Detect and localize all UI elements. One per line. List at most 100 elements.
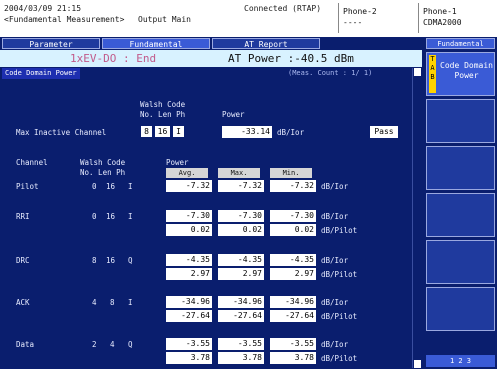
max-inactive-power: -33.14 — [222, 126, 272, 138]
walsh-code-header: Walsh Code — [140, 100, 186, 109]
scroll-down-arrow-icon[interactable] — [414, 360, 421, 368]
panel-title: Code Domain Power — [2, 68, 80, 79]
drc-min-pilot: 2.97 — [270, 268, 316, 280]
min-column-button[interactable]: Min. — [270, 168, 312, 178]
pass-badge: Pass — [370, 126, 398, 138]
max-inactive-unit: dB/Ior — [277, 128, 305, 137]
ack-avg-ior: -34.96 — [166, 296, 212, 308]
ack-unit-ior: dB/Ior — [321, 298, 349, 307]
data-unit-ior: dB/Ior — [321, 340, 349, 349]
channels-power-header: Power — [166, 158, 189, 167]
softkey-5[interactable] — [426, 240, 495, 284]
drc-unit-ior: dB/Ior — [321, 256, 349, 265]
channels-walsh-header: Walsh Code — [80, 158, 126, 167]
avg-column-button[interactable]: Avg. — [166, 168, 208, 178]
drc-unit-pilot: dB/Pilot — [321, 270, 358, 279]
channel-name-pilot: Pilot — [16, 182, 39, 191]
data-avg-pilot: 3.78 — [166, 352, 212, 364]
ack-min-ior: -34.96 — [270, 296, 316, 308]
pilot-avg-ior: -7.32 — [166, 180, 212, 192]
rri-no: 0 — [92, 212, 97, 221]
channels-walsh-sub-header: No. Len Ph — [80, 168, 126, 177]
ack-avg-pilot: -27.64 — [166, 310, 212, 322]
drc-avg-pilot: 2.97 — [166, 268, 212, 280]
pilot-max-ior: -7.32 — [218, 180, 264, 192]
pilot-ph: I — [128, 182, 133, 191]
power-header: Power — [222, 110, 245, 119]
rri-avg-ior: -7.30 — [166, 210, 212, 222]
phone1-box[interactable]: Phone-1 CDMA2000 — [418, 3, 497, 33]
phone1-value: CDMA2000 — [423, 18, 462, 27]
softkey-4[interactable] — [426, 193, 495, 237]
rri-min-ior: -7.30 — [270, 210, 316, 222]
drc-len: 16 — [106, 256, 116, 265]
rri-avg-pilot: 0.02 — [166, 224, 212, 236]
data-avg-ior: -3.55 — [166, 338, 212, 350]
max-inactive-no: 8 — [141, 126, 152, 137]
data-no: 2 — [92, 340, 97, 349]
panel-header: Code Domain Power (Meas. Count : 1/ 1) — [0, 68, 412, 79]
datetime: 2004/03/09 21:15 — [4, 4, 82, 13]
channel-name-ack: ACK — [16, 298, 30, 307]
ack-min-pilot: -27.64 — [270, 310, 316, 322]
data-max-ior: -3.55 — [218, 338, 264, 350]
max-inactive-len: 16 — [155, 126, 170, 137]
rri-ph: I — [128, 212, 133, 221]
softkey-6[interactable] — [426, 287, 495, 331]
ack-len: 8 — [110, 298, 115, 307]
at-power-readout: AT Power :-40.5 dBm — [228, 52, 354, 65]
rri-max-pilot: 0.02 — [218, 224, 264, 236]
phone1-label: Phone-1 — [423, 7, 457, 16]
rri-unit-ior: dB/Ior — [321, 212, 349, 221]
drc-no: 8 — [92, 256, 97, 265]
status-strip: 1xEV-DO : End AT Power :-40.5 dBm — [0, 50, 422, 67]
output-mode: Output Main — [138, 15, 191, 24]
measurement-mode: <Fundamental Measurement> — [4, 15, 125, 24]
pilot-no: 0 — [92, 182, 97, 191]
connection-status: Connected (RTAP) — [244, 4, 322, 13]
phone2-box[interactable]: Phone-2 ---- — [338, 3, 418, 33]
meas-count: (Meas. Count : 1/ 1) — [288, 69, 373, 77]
softkey-3[interactable] — [426, 146, 495, 190]
top-bar: 2004/03/09 21:15 <Fundamental Measuremen… — [0, 0, 497, 37]
channel-header: Channel — [16, 158, 48, 167]
code-domain-power-label: Code Domain Power — [440, 61, 493, 80]
rri-max-ior: -7.30 — [218, 210, 264, 222]
rri-len: 16 — [106, 212, 116, 221]
rri-unit-pilot: dB/Pilot — [321, 226, 358, 235]
drc-min-ior: -4.35 — [270, 254, 316, 266]
page-indicator[interactable]: 1 2 3 — [426, 355, 495, 367]
channel-name-drc: DRC — [16, 256, 30, 265]
code-domain-power-button[interactable]: T A B Code Domain Power — [426, 52, 495, 96]
drc-avg-ior: -4.35 — [166, 254, 212, 266]
softkey-2[interactable] — [426, 99, 495, 143]
tab-fundamental[interactable]: Fundamental — [102, 38, 210, 49]
tab-parameter[interactable]: Parameter — [2, 38, 100, 49]
rri-min-pilot: 0.02 — [270, 224, 316, 236]
data-ph: Q — [128, 340, 133, 349]
drc-max-pilot: 2.97 — [218, 268, 264, 280]
phone2-label: Phone-2 — [343, 7, 377, 16]
walsh-sub-header: No. Len Ph — [140, 110, 186, 119]
data-unit-pilot: dB/Pilot — [321, 354, 358, 363]
tab-indicator: T A B — [429, 55, 436, 93]
drc-max-ior: -4.35 — [218, 254, 264, 266]
tab-at-report[interactable]: AT Report — [212, 38, 320, 49]
scroll-up-arrow-icon[interactable] — [414, 68, 421, 76]
data-max-pilot: 3.78 — [218, 352, 264, 364]
drc-ph: Q — [128, 256, 133, 265]
ack-no: 4 — [92, 298, 97, 307]
data-len: 4 — [110, 340, 115, 349]
channel-name-data: Data — [16, 340, 35, 349]
ack-ph: I — [128, 298, 133, 307]
channel-name-rri: RRI — [16, 212, 30, 221]
max-inactive-label: Max Inactive Channel — [16, 128, 107, 137]
pilot-len: 16 — [106, 182, 116, 191]
ack-max-ior: -34.96 — [218, 296, 264, 308]
vertical-scrollbar[interactable] — [412, 68, 422, 368]
measurement-end-status: 1xEV-DO : End — [70, 52, 157, 65]
max-column-button[interactable]: Max. — [218, 168, 260, 178]
softkey-header: Fundamental — [426, 38, 495, 49]
max-inactive-ph: I — [173, 126, 184, 137]
pilot-min-ior: -7.32 — [270, 180, 316, 192]
